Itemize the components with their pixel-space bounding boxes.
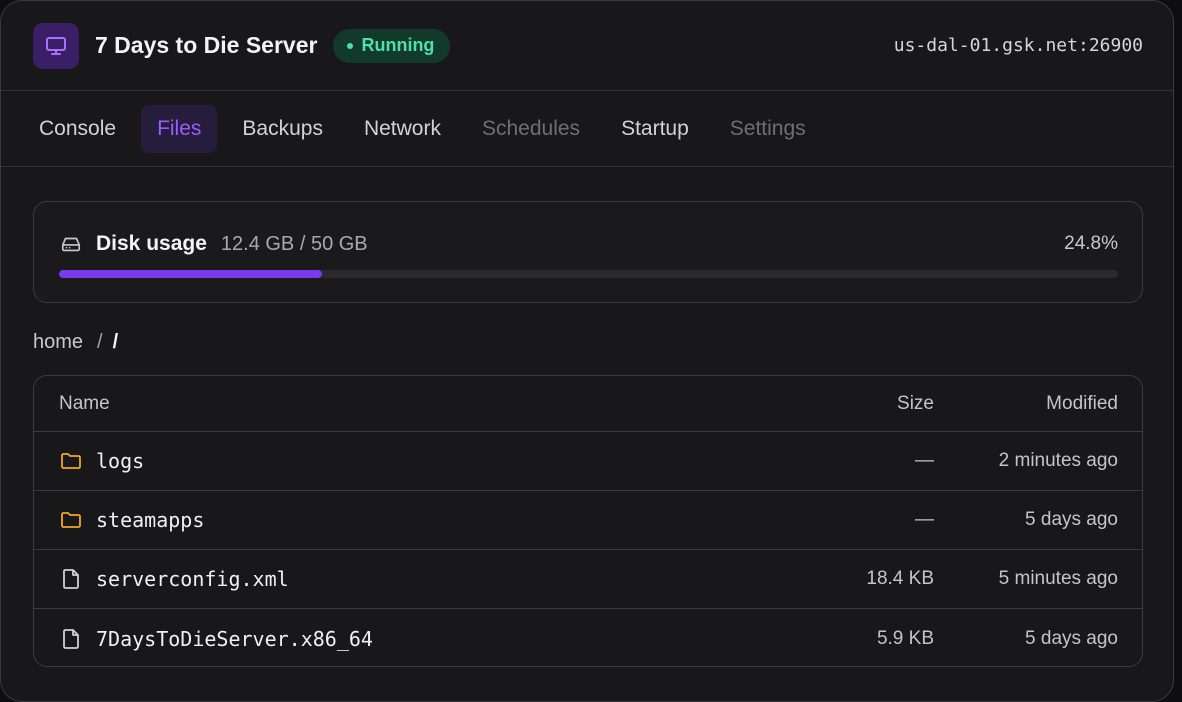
disk-usage-amount: 12.4 GB / 50 GB	[220, 232, 368, 255]
disk-usage-label: Disk usage	[96, 232, 207, 255]
folder-icon	[59, 508, 83, 532]
file-icon	[59, 567, 83, 591]
file-modified: 5 days ago	[1025, 627, 1118, 649]
table-row[interactable]: logs — 2 minutes ago	[34, 432, 1142, 491]
server-title: 7 Days to Die Server	[95, 32, 318, 58]
status-dot-icon	[347, 42, 354, 49]
tab-schedules[interactable]: Schedules	[466, 105, 596, 153]
file-name: logs	[96, 449, 145, 473]
disk-usage-bar	[59, 270, 1118, 278]
tab-console[interactable]: Console	[23, 105, 132, 153]
breadcrumb: home / /	[33, 331, 118, 354]
tab-files[interactable]: Files	[141, 104, 218, 153]
tab-settings[interactable]: Settings	[714, 105, 822, 153]
server-address[interactable]: us-dal-01.gsk.net:26900	[894, 35, 1143, 56]
file-size: —	[915, 450, 934, 471]
hard-drive-icon	[60, 233, 82, 255]
table-header: Name Size Modified	[34, 376, 1142, 432]
file-icon	[59, 627, 83, 651]
file-modified: 5 days ago	[1025, 509, 1118, 530]
column-header-modified[interactable]: Modified	[934, 393, 1118, 415]
table-row[interactable]: serverconfig.xml 18.4 KB 5 minutes ago	[34, 550, 1142, 609]
file-size: 5.9 KB	[876, 627, 934, 649]
file-modified: 2 minutes ago	[998, 450, 1118, 471]
disk-usage-percent: 24.8%	[1064, 233, 1118, 254]
status-text: Running	[361, 35, 435, 55]
file-name: serverconfig.xml	[96, 567, 289, 591]
server-panel: 7 Days to Die Server Running us-dal-01.g…	[0, 0, 1174, 702]
file-table: Name Size Modified logs — 2 minutes ago …	[33, 375, 1143, 667]
breadcrumb-home[interactable]: home	[33, 331, 83, 354]
tab-network[interactable]: Network	[348, 105, 457, 153]
column-header-name[interactable]: Name	[59, 393, 774, 415]
tab-bar: Console Files Backups Network Schedules …	[1, 91, 1173, 167]
disk-usage-bar-fill	[59, 270, 322, 278]
breadcrumb-current: /	[112, 331, 119, 353]
file-size: 18.4 KB	[866, 568, 934, 589]
file-size: —	[915, 509, 934, 530]
tab-startup[interactable]: Startup	[605, 105, 705, 153]
file-modified: 5 minutes ago	[998, 568, 1118, 589]
file-name: steamapps	[96, 508, 205, 532]
tab-backups[interactable]: Backups	[226, 105, 339, 153]
column-header-size[interactable]: Size	[774, 393, 934, 415]
breadcrumb-separator: /	[97, 331, 103, 353]
folder-icon	[59, 449, 83, 473]
disk-usage-card: Disk usage 12.4 GB / 50 GB 24.8%	[33, 201, 1143, 303]
server-header: 7 Days to Die Server Running us-dal-01.g…	[1, 1, 1173, 91]
monitor-icon	[33, 22, 79, 69]
table-row[interactable]: 7DaysToDieServer.x86_64 5.9 KB 5 days ag…	[34, 609, 1142, 666]
file-name: 7DaysToDieServer.x86_64	[96, 626, 373, 651]
table-row[interactable]: steamapps — 5 days ago	[34, 491, 1142, 550]
status-badge: Running	[333, 28, 451, 63]
